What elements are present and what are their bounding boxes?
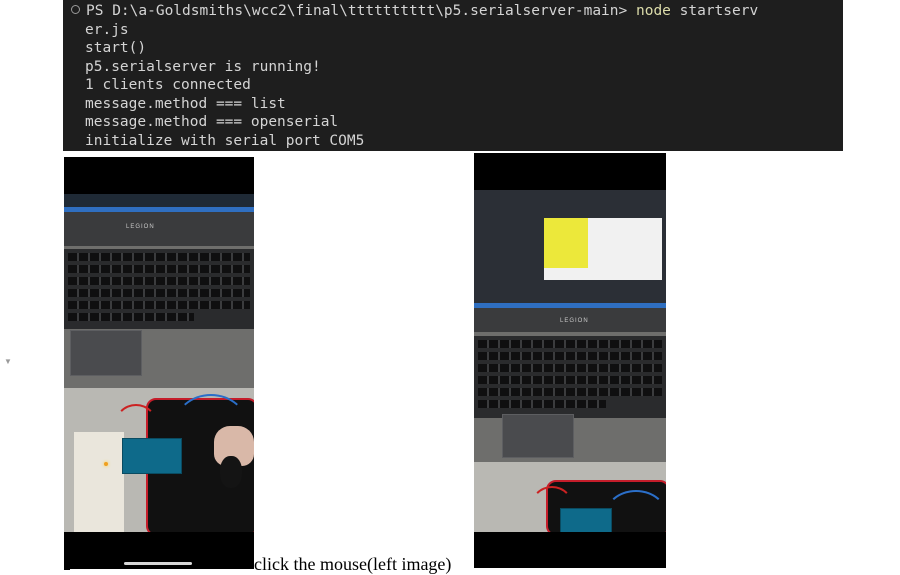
terminal-command: node [635,3,671,19]
photo-right: LEGION [474,153,666,568]
terminal-command-args: startserv [679,3,759,19]
terminal-prompt: PS D:\a-Goldsmiths\wcc2\final\tttttttttt… [86,3,628,19]
key-row [478,400,606,408]
photo-scene: LEGION [64,194,254,532]
key-row [478,364,662,372]
caption-text: click the mouse(left image) [254,554,452,574]
home-indicator [124,562,192,565]
key-row [68,289,250,297]
usb-cable [604,490,666,532]
text-cursor-mark [64,569,70,570]
laptop-lid: LEGION [474,190,666,332]
terminal-line: message.method === openserial [85,114,339,130]
terminal-line: start() [85,40,147,56]
key-row [68,301,250,309]
terminal-line: message.method === list [85,95,286,112]
key-row [68,253,250,261]
key-row [68,277,250,285]
keyboard [474,336,666,418]
keyboard [64,249,254,329]
key-row [478,352,662,360]
terminal-line: initialize with serial port COM5 [85,132,365,149]
terminal-line: 1 clients connected [85,77,251,93]
taskbar [474,303,666,308]
wire [114,404,158,448]
collapse-caret-icon[interactable]: ▼ [4,357,12,366]
wire [530,486,574,530]
terminal-line: er.js [85,21,129,38]
key-row [68,313,194,321]
taskbar [64,207,254,212]
touchpad [502,414,574,458]
photo-scene: LEGION [474,190,666,532]
brand-logo: LEGION [126,224,155,230]
terminal-line: p5.serialserver is running! [85,58,321,75]
laptop-screen [64,194,254,212]
circle-icon [71,5,80,14]
laptop-screen [474,190,666,308]
laptop-lid: LEGION [64,194,254,246]
key-row [478,376,662,384]
touchpad [70,330,142,376]
key-row [478,388,662,396]
led [104,462,108,466]
sketch-yellow-rect [544,218,588,268]
terminal-panel: PS D:\a-Goldsmiths\wcc2\final\tttttttttt… [63,0,843,151]
computer-mouse [220,456,242,488]
photo-left: LEGION [64,157,254,569]
terminal-prompt-line: PS D:\a-Goldsmiths\wcc2\final\tttttttttt… [71,2,843,21]
key-row [478,340,662,348]
brand-logo: LEGION [560,318,589,324]
breadboard [74,432,124,532]
key-row [68,265,250,273]
